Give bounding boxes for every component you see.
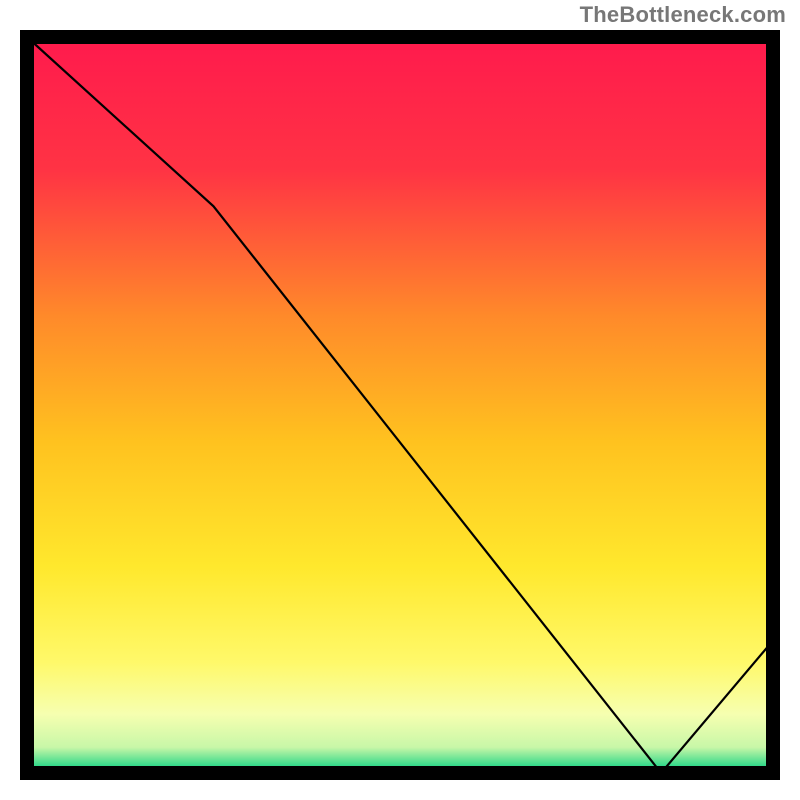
plot-background xyxy=(27,37,773,773)
chart-container: TheBottleneck.com xyxy=(0,0,800,800)
bottleneck-chart xyxy=(0,0,800,800)
